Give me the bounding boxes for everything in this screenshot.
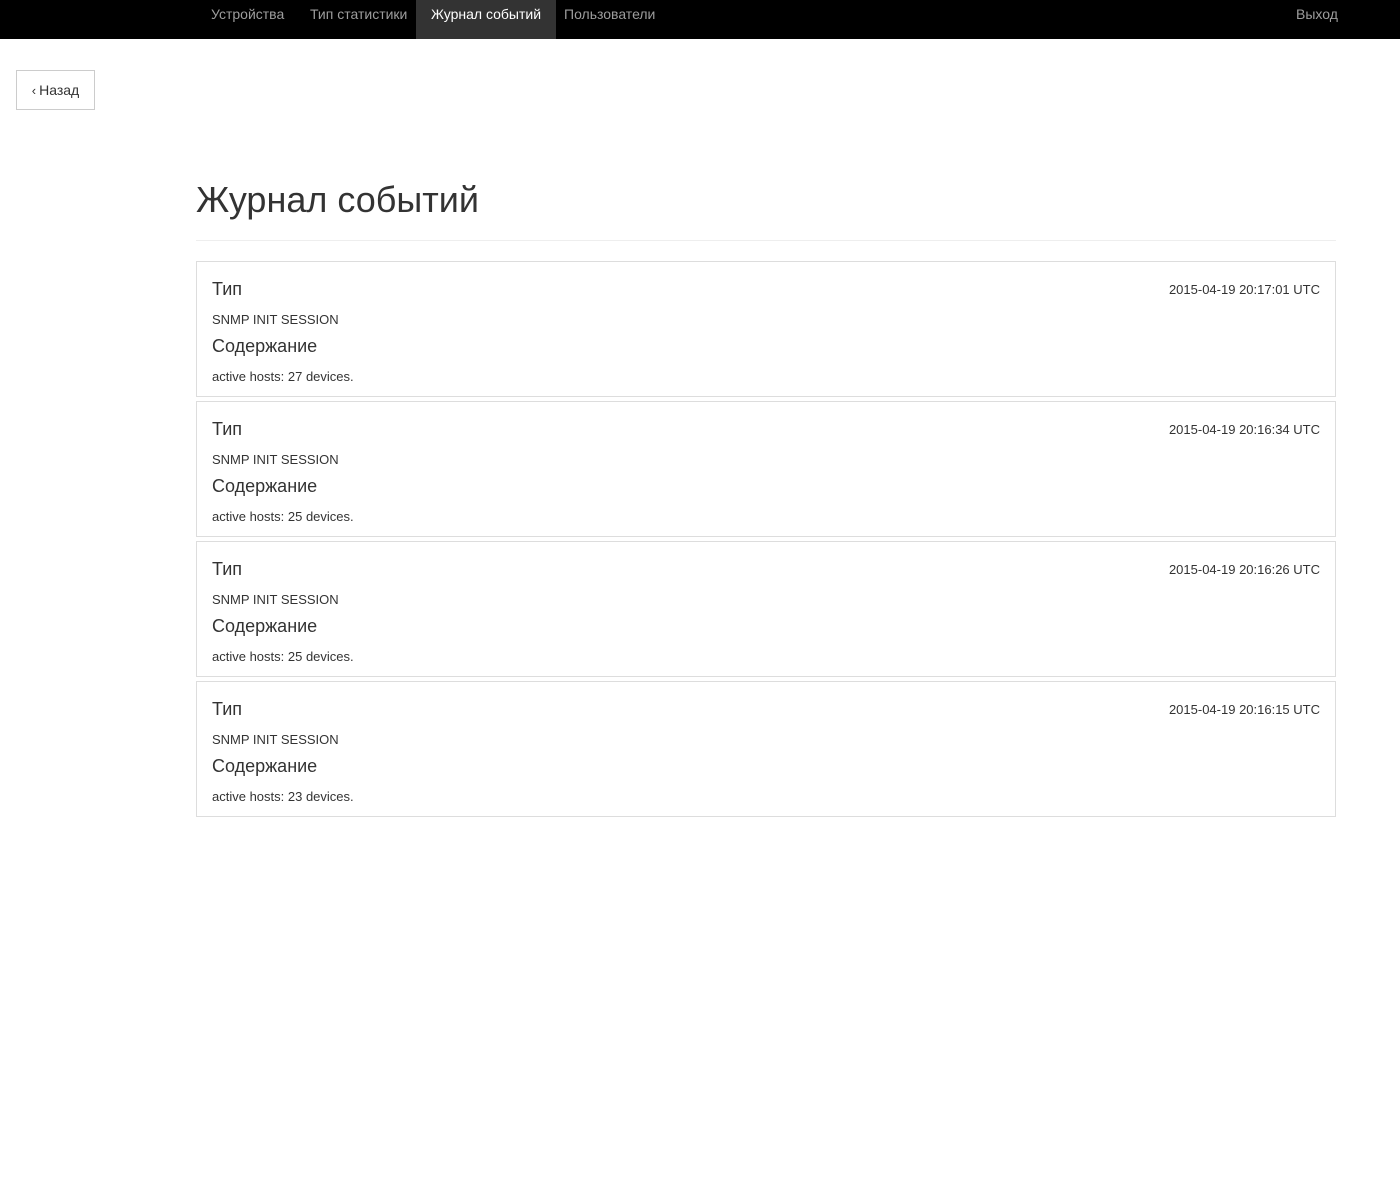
logout-link[interactable]: Выход (1296, 0, 1338, 39)
event-list: Тип SNMP INIT SESSION Содержание active … (196, 261, 1336, 821)
event-type-label: Тип (212, 419, 243, 439)
event-type-label: Тип (212, 559, 243, 579)
event-type-value: SNMP INIT SESSION (212, 452, 339, 467)
event-content-value: active hosts: 25 devices. (212, 509, 354, 524)
event-content-value: active hosts: 23 devices. (212, 789, 354, 804)
event-type-value: SNMP INIT SESSION (212, 592, 339, 607)
event-type-value: SNMP INIT SESSION (212, 732, 339, 747)
back-button[interactable]: ‹ Назад (16, 70, 95, 110)
event-content-label: Содержание (212, 476, 318, 496)
event-content-label: Содержание (212, 616, 318, 636)
event-timestamp: 2015-04-19 20:16:34 UTC (1168, 422, 1320, 437)
event-type-label: Тип (212, 699, 243, 719)
nav-item-users[interactable]: Пользователи (564, 0, 655, 39)
nav-item-devices[interactable]: Устройства (211, 0, 284, 39)
event-type-value: SNMP INIT SESSION (212, 312, 339, 327)
event-card: Тип SNMP INIT SESSION Содержание active … (196, 261, 1336, 397)
nav-item-event-log[interactable]: Журнал событий (416, 0, 557, 39)
chevron-left-icon: ‹ (31, 82, 37, 98)
event-type-label: Тип (212, 279, 243, 299)
title-divider (196, 240, 1336, 241)
event-timestamp: 2015-04-19 20:17:01 UTC (1168, 282, 1320, 297)
event-content-label: Содержание (212, 756, 318, 776)
event-content-value: active hosts: 27 devices. (212, 369, 354, 384)
page-title: Журнал событий (196, 179, 479, 220)
event-card: Тип SNMP INIT SESSION Содержание active … (196, 401, 1336, 537)
top-navbar: Устройства Тип статистики Журнал событий… (0, 0, 1400, 39)
back-button-label: Назад (39, 82, 80, 98)
event-timestamp: 2015-04-19 20:16:15 UTC (1168, 702, 1320, 717)
event-card: Тип SNMP INIT SESSION Содержание active … (196, 681, 1336, 817)
event-content-label: Содержание (212, 336, 318, 356)
event-card: Тип SNMP INIT SESSION Содержание active … (196, 541, 1336, 677)
event-content-value: active hosts: 25 devices. (212, 649, 354, 664)
event-timestamp: 2015-04-19 20:16:26 UTC (1168, 562, 1320, 577)
nav-item-stat-types[interactable]: Тип статистики (310, 0, 407, 39)
